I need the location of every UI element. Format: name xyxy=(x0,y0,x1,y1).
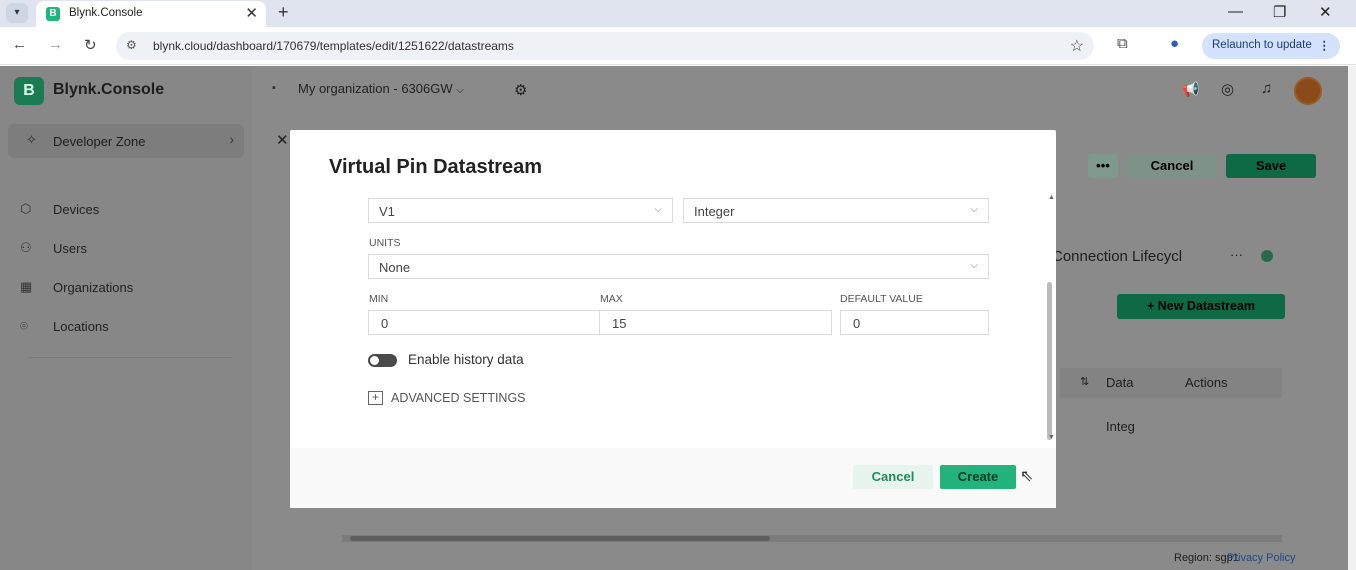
extensions-icon[interactable]: ⧉ xyxy=(1117,35,1128,52)
more-options-button[interactable]: ••• xyxy=(1088,154,1118,178)
avatar[interactable] xyxy=(1294,77,1322,105)
min-value: 0 xyxy=(381,316,389,331)
organization-name: My organization - 6306GW xyxy=(298,81,453,96)
column-header-data: Data xyxy=(1106,375,1134,390)
bookmark-star-icon[interactable]: ☆ xyxy=(1070,36,1084,56)
chevron-down-icon: ⌵ xyxy=(970,260,978,271)
scroll-up-icon[interactable]: ▲ xyxy=(1048,194,1055,201)
scroll-down-icon[interactable]: ▼ xyxy=(1048,434,1055,441)
forward-icon[interactable]: → xyxy=(48,36,63,53)
default-value-label: DEFAULT VALUE xyxy=(840,293,923,305)
site-settings-icon[interactable]: ⚙ xyxy=(126,38,137,52)
menu-dots-icon[interactable]: ⋮ xyxy=(1319,38,1331,52)
sidebar: B Blynk.Console ✧ Developer Zone › ⬡ Dev… xyxy=(0,66,252,570)
sidebar-item-label: Users xyxy=(53,241,87,256)
units-value: None xyxy=(379,260,411,275)
sidebar-item-label: Developer Zone xyxy=(53,134,146,149)
relaunch-button[interactable]: Relaunch to update ⋮ xyxy=(1202,33,1340,59)
tab-close-icon[interactable]: ✕ xyxy=(245,4,258,22)
min-label: MIN xyxy=(369,293,389,305)
table-header xyxy=(1060,368,1282,398)
sidebar-item-label: Devices xyxy=(53,202,100,217)
default-value-input[interactable]: 0 xyxy=(840,310,989,335)
cube-icon: ⬡ xyxy=(20,201,32,216)
chevron-down-icon: ⌵ xyxy=(654,204,662,215)
browser-tab[interactable]: B Blynk.Console ✕ xyxy=(36,1,266,27)
organization-icon: ▪ xyxy=(272,82,276,94)
chevron-down-icon: ⌵ xyxy=(456,85,464,96)
data-type-value: Integer xyxy=(694,204,735,219)
min-input[interactable]: 0 xyxy=(368,310,600,335)
announcements-icon[interactable]: 📢 xyxy=(1182,81,1199,98)
url-text: blynk.cloud/dashboard/170679/templates/e… xyxy=(153,39,514,53)
close-template-icon[interactable]: ✕ xyxy=(276,131,289,149)
brand-name: Blynk.Console xyxy=(53,81,165,98)
chevron-down-icon: ⌵ xyxy=(970,204,978,215)
column-header-actions: Actions xyxy=(1185,375,1228,390)
history-toggle-label: Enable history data xyxy=(408,352,524,367)
header-save-button[interactable]: Save xyxy=(1226,154,1316,178)
help-icon[interactable]: ◎ xyxy=(1221,80,1234,98)
modal-scrollbar-thumb[interactable] xyxy=(1047,282,1052,440)
users-icon: ⚇ xyxy=(20,240,32,255)
modal-cancel-button[interactable]: Cancel xyxy=(853,465,933,489)
window-close-icon[interactable]: ✕ xyxy=(1319,3,1332,21)
sidebar-item-developer-zone[interactable]: ✧ Developer Zone › xyxy=(8,124,244,158)
units-select[interactable]: None ⌵ xyxy=(368,254,989,279)
pin-icon: ⌾ xyxy=(20,318,28,333)
max-label: MAX xyxy=(600,293,623,305)
status-dot-icon xyxy=(1261,250,1273,262)
browser-tab-bar: ▾ B Blynk.Console ✕ + — ❐ ✕ xyxy=(0,0,1356,27)
restore-icon[interactable]: ❐ xyxy=(1273,3,1286,21)
browser-toolbar: ← → ↻ ⚙ blynk.cloud/dashboard/170679/tem… xyxy=(0,27,1356,65)
max-value: 15 xyxy=(612,316,627,331)
horizontal-scrollbar-thumb[interactable] xyxy=(350,536,770,541)
address-bar[interactable]: ⚙ blynk.cloud/dashboard/170679/templates… xyxy=(116,32,1094,60)
history-toggle[interactable] xyxy=(368,354,397,367)
modal-title: Virtual Pin Datastream xyxy=(329,156,543,178)
units-label: UNITS xyxy=(369,237,401,249)
modal-create-button[interactable]: Create xyxy=(940,465,1016,489)
toggle-knob xyxy=(370,356,379,365)
org-settings-icon[interactable]: ⚙ xyxy=(514,81,527,99)
new-tab-icon[interactable]: + xyxy=(278,2,289,23)
puzzle-icon: ✧ xyxy=(26,132,37,147)
back-icon[interactable]: ← xyxy=(12,36,27,53)
page-scrollbar[interactable] xyxy=(1348,66,1356,570)
pin-value: V1 xyxy=(379,204,395,219)
default-value: 0 xyxy=(853,316,861,331)
sidebar-item-label: Organizations xyxy=(53,280,134,295)
privacy-link[interactable]: Privacy Policy xyxy=(1227,552,1295,564)
expand-plus-icon[interactable]: + xyxy=(368,391,383,405)
organization-switcher[interactable]: My organization - 6306GW ⌵ xyxy=(298,81,464,96)
sidebar-item-label: Locations xyxy=(53,319,109,334)
favicon-icon: B xyxy=(46,7,60,21)
notifications-icon[interactable]: ♫ xyxy=(1261,80,1272,97)
pin-select[interactable]: V1 ⌵ xyxy=(368,198,673,223)
tab-search-dropdown-icon[interactable]: ▾ xyxy=(6,3,28,23)
mouse-cursor-icon: ⇖ xyxy=(1020,468,1034,485)
profile-icon[interactable]: ● xyxy=(1170,35,1179,52)
sort-icon[interactable]: ⇅ xyxy=(1080,375,1089,388)
chevron-right-icon: › xyxy=(229,131,234,147)
data-type-select[interactable]: Integer ⌵ xyxy=(683,198,989,223)
new-datastream-button[interactable]: + New Datastream xyxy=(1117,294,1285,319)
tab-title: Blynk.Console xyxy=(69,7,143,19)
section-more-icon[interactable]: ··· xyxy=(1230,247,1243,262)
header-cancel-button[interactable]: Cancel xyxy=(1127,154,1217,178)
relaunch-label: Relaunch to update xyxy=(1212,39,1312,51)
datastream-modal: Virtual Pin Datastream V1 ⌵ Integer ⌵ UN… xyxy=(290,130,1056,508)
table-cell-type: Integ xyxy=(1106,419,1135,434)
advanced-settings-toggle[interactable]: ADVANCED SETTINGS xyxy=(391,391,526,405)
minimize-icon[interactable]: — xyxy=(1228,3,1243,20)
brand-logo: B xyxy=(14,77,44,105)
building-icon: ▦ xyxy=(20,279,33,294)
reload-icon[interactable]: ↻ xyxy=(84,36,97,54)
section-title: Connection Lifecycl xyxy=(1052,248,1183,265)
sidebar-divider xyxy=(28,357,232,358)
max-input[interactable]: 15 xyxy=(599,310,832,335)
